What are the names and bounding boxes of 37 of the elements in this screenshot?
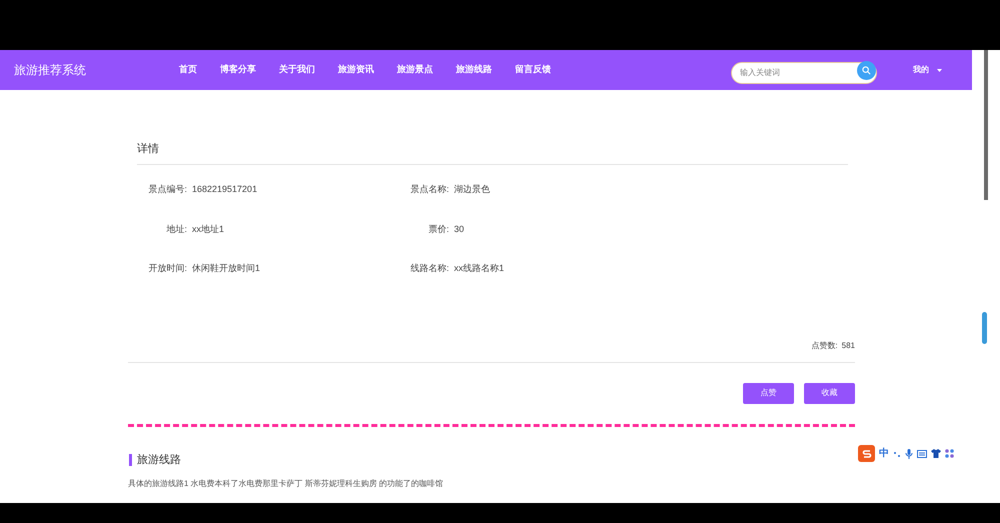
site-title: 旅游推荐系统 [14,62,87,79]
search-icon[interactable] [857,60,876,80]
field-value: 湖边景色 [454,183,490,196]
nav-link[interactable]: 旅游资讯 [338,63,374,77]
ime-mode[interactable]: 中 [879,446,889,461]
field-value: 30 [454,222,464,236]
field-value: 休闲鞋开放时间1 [192,262,260,275]
keyboard-icon[interactable] [917,450,927,458]
nav-link[interactable]: 博客分享 [220,63,256,77]
nav-link[interactable]: 旅游线路 [456,63,492,77]
punctuation-icon[interactable] [893,450,901,458]
field-label: 地址: [165,222,187,236]
grid-icon[interactable] [945,449,954,458]
search-field[interactable]: 输入关键词 [731,62,877,84]
nav-link[interactable]: 留言反馈 [515,63,551,77]
field-label: 线路名称: [409,262,449,275]
section-title: 旅游线路 [137,452,181,468]
nav-link[interactable]: 首页 [179,63,197,77]
field-value: xx地址1 [192,222,224,236]
action-button[interactable]: 收藏 [804,382,855,404]
action-button[interactable]: 点赞 [743,382,794,404]
likes-label: 点赞数: [811,340,838,352]
section-title: 详情 [137,143,159,155]
field-label: 景点编号: [147,183,187,196]
route-description: 具体的旅游线路1 水电费本科了水电费那里卡萨丁 斯蒂芬妮理科生购房 的功能了的咖啡馆 [128,478,444,490]
field-label: 景点名称: [409,183,449,196]
field-label: 开放时间: [147,262,187,275]
caret-icon [937,68,942,72]
likes-count: 581 [842,340,855,352]
microphone-icon[interactable] [905,448,913,458]
field-value: xx线路名称1 [454,262,504,275]
nav-link[interactable]: 旅游景点 [397,63,433,77]
nav-link[interactable]: 关于我们 [279,63,315,77]
field-label: 票价: [427,222,449,236]
field-value: 1682219517201 [192,183,258,196]
shirt-icon[interactable] [931,449,941,458]
user-menu[interactable]: 我的 [913,64,942,76]
